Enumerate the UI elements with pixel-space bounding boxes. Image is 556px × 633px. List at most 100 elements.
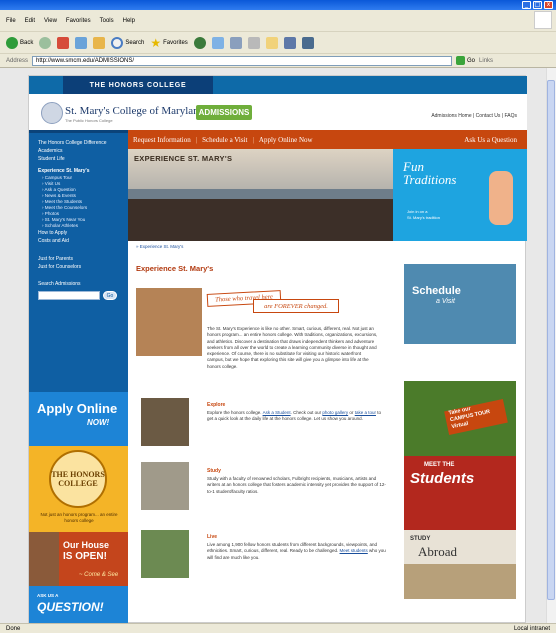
search-go-button[interactable]: Go bbox=[103, 291, 117, 300]
history-icon[interactable] bbox=[211, 36, 224, 49]
fun-traditions-promo[interactable]: Fun Traditions Join in on a St. Mary's t… bbox=[393, 149, 527, 241]
favorites-button[interactable]: ★ Favorites bbox=[150, 35, 187, 51]
browser-toolbar: Back Search ★ Favorites bbox=[0, 32, 556, 54]
home-icon[interactable] bbox=[93, 36, 106, 49]
ask-question-promo[interactable]: ASK US A QUESTION! bbox=[29, 586, 128, 624]
menu-edit[interactable]: Edit bbox=[25, 18, 35, 24]
edit-icon[interactable] bbox=[265, 36, 278, 49]
discuss-icon[interactable] bbox=[283, 36, 296, 49]
campus-tour-text: Take our CAMPUS TOUR Virtual bbox=[444, 399, 508, 435]
meet-the-text: MEET THE bbox=[424, 462, 455, 468]
students-text: Students bbox=[410, 470, 475, 487]
print-icon[interactable] bbox=[247, 36, 260, 49]
abroad-city-photo bbox=[404, 564, 516, 599]
schedule-visit-promo[interactable]: Schedule a Visit bbox=[404, 264, 516, 344]
forward-arrow-icon[interactable] bbox=[39, 36, 52, 49]
meet-students-promo[interactable]: MEET THE Students bbox=[404, 456, 516, 536]
web-page: THE HONORS COLLEGE St. Mary's College of… bbox=[28, 75, 527, 624]
vertical-scrollbar[interactable] bbox=[546, 68, 556, 623]
take-tour-link[interactable]: take a tour bbox=[355, 410, 376, 415]
top-links[interactable]: Admissions Home | Contact Us | FAQs bbox=[431, 113, 517, 119]
fun-sub-line1: Join in on a bbox=[407, 209, 428, 214]
breadcrumb[interactable]: » Experience St. Mary's bbox=[136, 244, 183, 249]
live-title: Live bbox=[207, 534, 218, 540]
explore-text: Explore the honors college. Ask a Studen… bbox=[207, 410, 387, 423]
close-button[interactable]: x bbox=[544, 1, 553, 9]
nav-student-life[interactable]: Student Life bbox=[29, 155, 128, 163]
explore-text-part: Explore the honors college. bbox=[207, 410, 262, 415]
address-label: Address bbox=[6, 57, 29, 64]
stop-icon[interactable] bbox=[57, 36, 70, 49]
go-label: Go bbox=[467, 57, 476, 64]
fun-sub-line2: St. Mary's tradition bbox=[407, 215, 440, 220]
nav-parents[interactable]: Just for Parents bbox=[29, 255, 128, 263]
nav-experience[interactable]: Experience St. Mary's bbox=[29, 167, 128, 175]
hero-image: EXPERIENCE ST. MARY'S bbox=[128, 149, 393, 241]
open-house-promo[interactable]: Our House IS OPEN! ~ Come & See bbox=[29, 532, 128, 586]
nav-academics[interactable]: Academics bbox=[29, 147, 128, 155]
links-label[interactable]: Links bbox=[479, 58, 493, 64]
refresh-icon[interactable] bbox=[75, 36, 88, 49]
tagline: Those who travel here are FOREVER change… bbox=[206, 286, 371, 314]
college-seal-icon[interactable] bbox=[41, 102, 63, 124]
open-house-line2: IS OPEN! bbox=[63, 551, 107, 562]
window-titlebar: _ □ x bbox=[0, 0, 556, 10]
study-photo bbox=[141, 462, 189, 510]
search-input[interactable] bbox=[38, 291, 100, 300]
live-text: Live among 1,900 fellow honors students … bbox=[207, 542, 387, 561]
traditions-text: Traditions bbox=[403, 172, 457, 187]
admissions-badge[interactable]: ADMISSIONS bbox=[196, 105, 252, 120]
apply-online-link[interactable]: Apply Online Now bbox=[254, 136, 318, 144]
ask-question-link[interactable]: Ask Us a Question bbox=[464, 136, 527, 144]
menu-favorites[interactable]: Favorites bbox=[66, 18, 91, 24]
apply-online-promo[interactable]: Apply Online NOW! bbox=[29, 392, 128, 446]
request-info-link[interactable]: Request Information bbox=[128, 136, 196, 144]
nav-how-to-apply[interactable]: How to Apply bbox=[29, 229, 128, 237]
study-text: STUDY bbox=[410, 536, 431, 542]
open-house-sub: ~ Come & See bbox=[79, 572, 119, 578]
abroad-text: Abroad bbox=[418, 544, 457, 559]
photo-gallery-link[interactable]: photo gallery bbox=[322, 410, 348, 415]
explore-title: Explore bbox=[207, 402, 226, 408]
nav-counselors[interactable]: Just for Counselors bbox=[29, 263, 128, 271]
messenger-icon[interactable] bbox=[301, 36, 314, 49]
ask-student-link[interactable]: Ask a Student bbox=[263, 410, 291, 415]
nav-honors-difference[interactable]: The Honors College Difference bbox=[29, 139, 128, 147]
go-button[interactable]: Go bbox=[456, 56, 475, 65]
meet-students-link[interactable]: Meet students bbox=[340, 548, 368, 553]
star-icon: ★ bbox=[150, 35, 162, 50]
live-photo bbox=[141, 530, 189, 578]
search-button[interactable]: Search bbox=[111, 35, 144, 51]
schedule-visit-link[interactable]: Schedule a Visit bbox=[197, 136, 252, 144]
menu-view[interactable]: View bbox=[44, 18, 57, 24]
status-bar: Done Local intranet bbox=[0, 623, 556, 633]
action-bar: Request Information | Schedule a Visit |… bbox=[128, 130, 527, 149]
honors-college-banner[interactable]: THE HONORS COLLEGE bbox=[63, 76, 213, 94]
college-name[interactable]: St. Mary's College of Maryland bbox=[65, 105, 204, 117]
minimize-button[interactable]: _ bbox=[522, 1, 531, 9]
maximize-button[interactable]: □ bbox=[533, 1, 542, 9]
back-button[interactable]: Back bbox=[6, 35, 33, 51]
scrollbar-thumb[interactable] bbox=[547, 80, 555, 600]
zone-text: Local intranet bbox=[513, 625, 550, 632]
campus-tour-promo[interactable]: Take our CAMPUS TOUR Virtual bbox=[404, 381, 516, 461]
status-text: Done bbox=[6, 625, 21, 632]
nav-costs-aid[interactable]: Costs and Aid bbox=[29, 237, 128, 245]
schedule-text: Schedule bbox=[412, 285, 461, 297]
address-input[interactable]: http://www.smcm.edu/ADMISSIONS/ bbox=[32, 55, 453, 66]
menu-tools[interactable]: Tools bbox=[100, 18, 114, 24]
study-abroad-promo[interactable]: STUDY Abroad bbox=[404, 530, 516, 599]
media-icon[interactable] bbox=[193, 36, 206, 49]
ask-question-small: ASK US A bbox=[37, 593, 59, 598]
apply-now-text: NOW! bbox=[87, 418, 110, 427]
menu-file[interactable]: File bbox=[6, 18, 16, 24]
search-icon bbox=[111, 36, 124, 49]
mail-icon[interactable] bbox=[229, 36, 242, 49]
search-row: Go bbox=[29, 291, 128, 300]
apply-online-text: Apply Online bbox=[37, 401, 118, 416]
back-arrow-icon bbox=[6, 36, 18, 49]
search-label: Search bbox=[125, 39, 145, 46]
honors-college-promo[interactable]: THE HONORS COLLEGE Not just an honors pr… bbox=[29, 446, 128, 532]
menu-help[interactable]: Help bbox=[123, 18, 135, 24]
ask-question-big: QUESTION! bbox=[37, 600, 104, 614]
